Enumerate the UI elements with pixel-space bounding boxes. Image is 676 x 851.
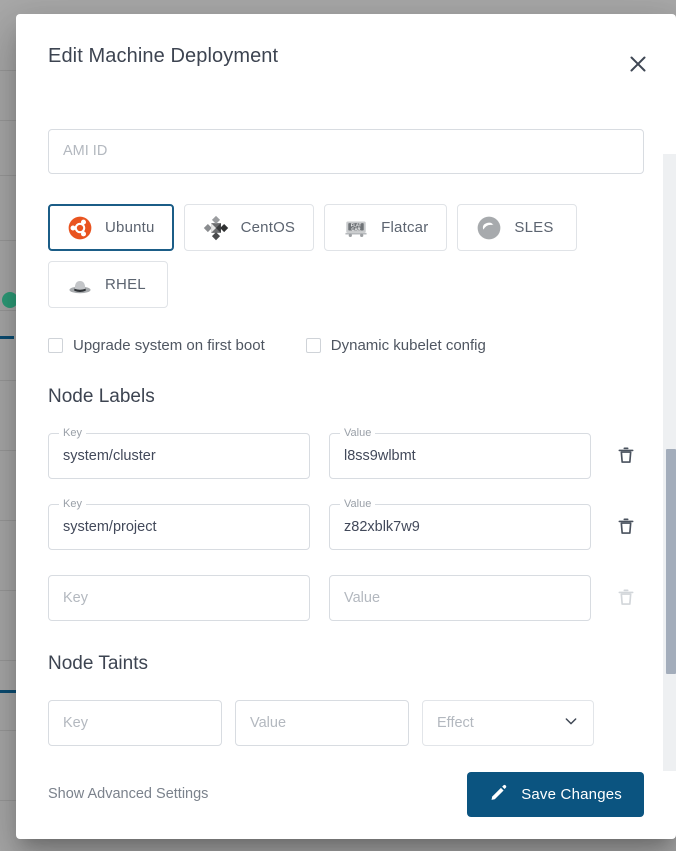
close-icon [627, 53, 649, 75]
node-taint-effect-placeholder-1: Effect [437, 715, 474, 731]
trash-icon [616, 445, 636, 468]
node-label-key-placeholder-3: Key [63, 591, 88, 606]
os-button-ubuntu[interactable]: Ubuntu [48, 204, 174, 251]
dialog-footer: Show Advanced Settings Save Changes [16, 749, 676, 839]
node-label-key-field-2[interactable]: Key system/project [48, 504, 310, 550]
node-label-value-placeholder-3: Value [344, 591, 380, 606]
checkbox-label-dynamic-kubelet: Dynamic kubelet config [331, 337, 486, 354]
checkbox-dynamic-kubelet[interactable]: Dynamic kubelet config [306, 337, 486, 354]
checkbox-box [306, 338, 321, 353]
os-label-rhel: RHEL [105, 276, 146, 293]
os-button-centos[interactable]: CentOS [184, 204, 315, 251]
boot-options-group: Upgrade system on first boot Dynamic kub… [48, 337, 644, 354]
dialog-scrollbar-track[interactable] [663, 154, 676, 771]
ami-id-placeholder: AMI ID [63, 144, 107, 159]
os-button-rhel[interactable]: RHEL [48, 261, 168, 308]
node-taint-value-field-1[interactable]: Value [235, 700, 409, 746]
node-label-value-field-1[interactable]: Value l8ss9wlbmt [329, 433, 591, 479]
show-advanced-settings-button[interactable]: Show Advanced Settings [48, 786, 208, 802]
delete-node-label-button-3 [613, 585, 639, 611]
pencil-icon [489, 783, 508, 806]
trash-icon [616, 516, 636, 539]
os-selection-group: Ubuntu CentOS [48, 204, 583, 308]
node-taint-value-placeholder-1: Value [250, 716, 286, 731]
node-label-row: Key system/project Value z82xblk7w9 [48, 504, 644, 550]
checkbox-label-upgrade-system: Upgrade system on first boot [73, 337, 265, 354]
delete-node-label-button-2[interactable] [613, 514, 639, 540]
checkbox-upgrade-system[interactable]: Upgrade system on first boot [48, 337, 265, 354]
node-taints-title: Node Taints [48, 653, 644, 675]
os-button-flatcar[interactable]: FLAT CAR Flatcar [324, 204, 447, 251]
delete-node-label-button-1[interactable] [613, 443, 639, 469]
chevron-down-icon [563, 713, 579, 734]
dialog-body: AMI ID Ubuntu [16, 98, 676, 749]
field-legend: Key [59, 498, 86, 511]
node-label-key-value-2: system/project [63, 520, 156, 535]
node-labels-title: Node Labels [48, 386, 644, 408]
node-label-value-field-2[interactable]: Value z82xblk7w9 [329, 504, 591, 550]
os-label-centos: CentOS [241, 219, 296, 236]
background-accent [0, 336, 14, 339]
os-label-flatcar: Flatcar [381, 219, 428, 236]
node-taint-key-placeholder-1: Key [63, 716, 88, 731]
node-taint-row: Key Value Effect [48, 700, 644, 746]
field-legend: Value [340, 498, 375, 511]
node-label-value-field-3[interactable]: Value [329, 575, 591, 621]
node-label-row: Key system/cluster Value l8ss9wlbmt [48, 433, 644, 479]
close-button[interactable] [624, 50, 652, 78]
sles-icon [476, 215, 502, 241]
os-label-ubuntu: Ubuntu [105, 219, 155, 236]
node-label-key-value-1: system/cluster [63, 449, 156, 464]
ami-id-field[interactable]: AMI ID [48, 129, 644, 174]
dialog-header: Edit Machine Deployment [16, 14, 676, 98]
os-label-sles: SLES [514, 219, 553, 236]
node-label-key-field-1[interactable]: Key system/cluster [48, 433, 310, 479]
node-taint-effect-select-1[interactable]: Effect [422, 700, 594, 746]
node-label-value-value-2: z82xblk7w9 [344, 520, 420, 535]
dialog-scrollbar-thumb[interactable] [666, 449, 676, 674]
node-taint-key-field-1[interactable]: Key [48, 700, 222, 746]
field-legend: Key [59, 427, 86, 440]
os-button-sles[interactable]: SLES [457, 204, 577, 251]
trash-icon [616, 587, 636, 610]
centos-icon [203, 215, 229, 241]
svg-text:CAR: CAR [352, 226, 361, 231]
field-legend: Value [340, 427, 375, 440]
ubuntu-icon [67, 215, 93, 241]
save-changes-label: Save Changes [521, 786, 622, 803]
node-label-row: Key Value [48, 575, 644, 621]
dialog-title: Edit Machine Deployment [48, 45, 278, 68]
edit-machine-deployment-dialog: Edit Machine Deployment AMI ID [16, 14, 676, 839]
node-label-value-value-1: l8ss9wlbmt [344, 449, 416, 464]
node-label-key-field-3[interactable]: Key [48, 575, 310, 621]
checkbox-box [48, 338, 63, 353]
save-changes-button[interactable]: Save Changes [467, 772, 644, 817]
flatcar-icon: FLAT CAR [343, 215, 369, 241]
rhel-icon [67, 272, 93, 298]
